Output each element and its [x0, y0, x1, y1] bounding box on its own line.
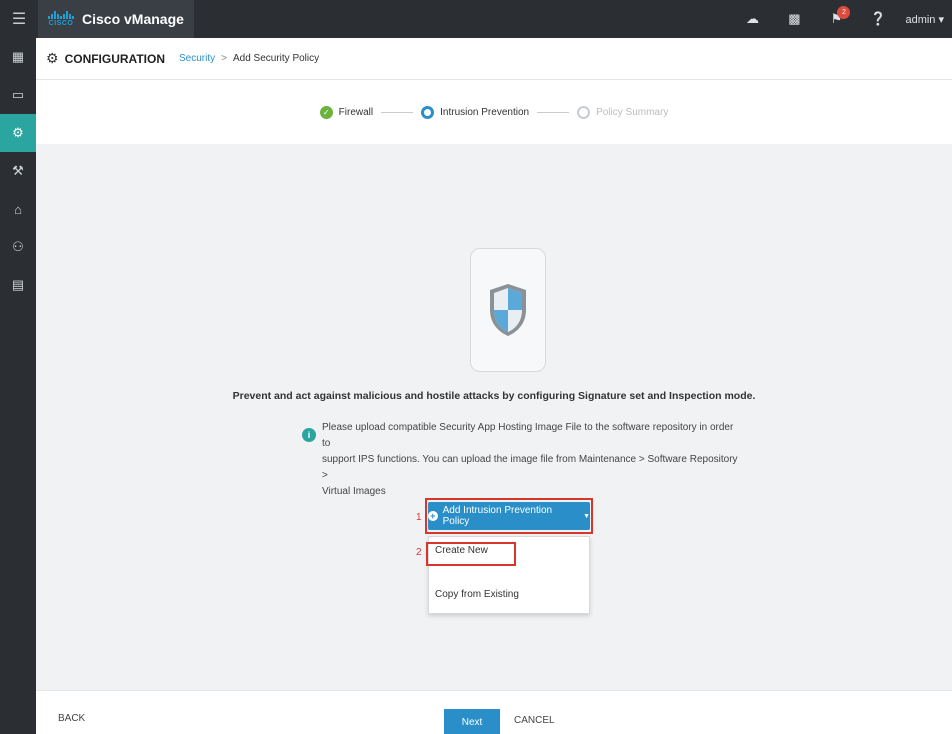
cisco-logo: CISCO: [48, 11, 74, 27]
info-notice: i Please upload compatible Security App …: [302, 420, 742, 500]
breadcrumb-separator: >: [221, 53, 227, 64]
cancel-button[interactable]: CANCEL: [514, 715, 555, 726]
gear-icon: ⚙: [46, 50, 59, 66]
check-icon: ✓: [319, 105, 333, 119]
user-menu[interactable]: admin ▾: [899, 13, 952, 26]
notification-badge: 2: [837, 6, 851, 19]
breadcrumb-security-link[interactable]: Security: [179, 53, 215, 64]
breadcrumb-current: Add Security Policy: [232, 53, 320, 64]
step-firewall[interactable]: ✓ Firewall: [319, 105, 374, 119]
brand[interactable]: CISCO Cisco vManage: [38, 0, 194, 38]
step-policy-summary[interactable]: Policy Summary: [577, 105, 669, 119]
step-label: Firewall: [338, 106, 374, 118]
step-connector: [537, 111, 570, 113]
bell-icon[interactable]: ⚑ 2: [815, 0, 857, 38]
hamburger-icon[interactable]: ☰: [0, 0, 38, 38]
wizard-stepper: ✓ Firewall Intrusion Prevention Policy S…: [36, 80, 952, 144]
annotation-box-1: [425, 498, 593, 534]
clipboard-icon[interactable]: ▩: [773, 0, 815, 38]
dashboard-icon[interactable]: ▦: [0, 38, 36, 76]
step-label: Policy Summary: [596, 106, 669, 118]
shield-icon: [490, 284, 526, 336]
description-text: Prevent and act against malicious and ho…: [232, 390, 756, 402]
callout-number-2: 2: [416, 547, 422, 558]
info-icon: i: [302, 428, 316, 442]
back-button[interactable]: BACK: [58, 713, 85, 724]
monitor-icon[interactable]: ▭: [0, 76, 36, 114]
admin-icon[interactable]: ⌂: [0, 190, 36, 228]
annotation-box-2: [426, 542, 516, 566]
analytics-icon[interactable]: ▤: [0, 266, 36, 304]
shield-card: [470, 248, 546, 372]
help-icon[interactable]: ❔: [857, 0, 899, 38]
top-icon-group: ☁ ▩ ⚑ 2 ❔ admin ▾: [731, 0, 952, 38]
wrench-icon[interactable]: ⚒: [0, 152, 36, 190]
wizard-footer: BACK Next CANCEL: [36, 690, 952, 734]
callout-number-1: 1: [416, 512, 422, 523]
gear-icon[interactable]: ⚙: [0, 114, 36, 152]
cloud-icon[interactable]: ☁: [731, 0, 773, 38]
users-icon[interactable]: ⚇: [0, 228, 36, 266]
main-content: Prevent and act against malicious and ho…: [36, 144, 952, 690]
sidebar: ▦ ▭ ⚙ ⚒ ⌂ ⚇ ▤: [0, 38, 36, 734]
menu-item-copy-from-existing[interactable]: Copy from Existing: [435, 589, 519, 600]
page-title: CONFIGURATION: [64, 51, 165, 66]
step-intrusion-prevention[interactable]: Intrusion Prevention: [421, 105, 530, 119]
app-title: Cisco vManage: [82, 11, 184, 27]
step-label: Intrusion Prevention: [440, 106, 530, 118]
info-text: Please upload compatible Security App Ho…: [322, 422, 738, 497]
top-bar: ☰ CISCO Cisco vManage ☁ ▩ ⚑ 2 ❔ admin ▾: [0, 0, 952, 38]
page-header: ⚙ CONFIGURATION Security > Add Security …: [36, 38, 952, 80]
next-button[interactable]: Next: [444, 709, 500, 734]
step-connector: [381, 111, 414, 113]
active-step-icon: [421, 105, 435, 119]
pending-step-icon: [577, 105, 591, 119]
